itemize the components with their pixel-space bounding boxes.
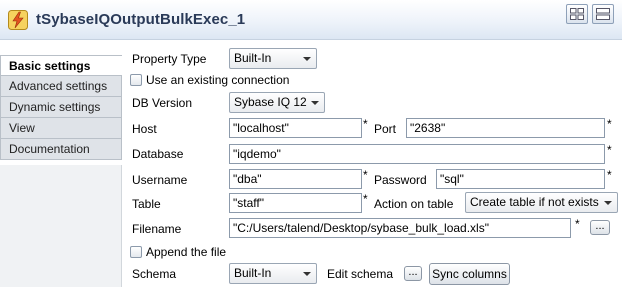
list-view-button[interactable] (592, 4, 614, 24)
required-marker: * (607, 168, 612, 182)
database-label: Database (132, 147, 184, 161)
host-label: Host (132, 122, 157, 136)
schema-label: Schema (132, 267, 177, 281)
filename-label: Filename (132, 222, 182, 236)
property-type-label: Property Type (132, 52, 207, 66)
browse-file-button[interactable]: ... (590, 220, 610, 235)
property-type-select[interactable]: Built-In (229, 48, 317, 69)
required-marker: * (575, 217, 580, 231)
schema-select[interactable]: Built-In (229, 263, 317, 284)
list-view-icon (596, 8, 610, 20)
database-input[interactable]: "iqdemo" (229, 144, 605, 164)
chevron-down-icon (311, 101, 319, 105)
sidebar-empty-area (0, 165, 122, 287)
grid-view-icon (570, 8, 584, 20)
username-input[interactable]: "dba" (229, 169, 362, 189)
tab-basic-settings[interactable]: Basic settings (0, 55, 122, 76)
password-label: Password (374, 173, 427, 187)
chevron-down-icon (303, 272, 311, 276)
append-file-checkbox[interactable] (130, 246, 142, 258)
chevron-down-icon (604, 201, 612, 205)
schema-value: Built-In (234, 266, 272, 280)
append-file-label: Append the file (146, 245, 227, 259)
db-version-value: Sybase IQ 12 (234, 95, 307, 109)
port-label: Port (374, 122, 397, 136)
edit-schema-button[interactable]: ... (404, 266, 422, 281)
action-on-table-select[interactable]: Create table if not exists (465, 192, 618, 213)
required-marker: * (607, 117, 612, 131)
db-version-select[interactable]: Sybase IQ 12 (229, 92, 325, 113)
action-on-table-value: Create table if not exists (470, 195, 599, 209)
grid-view-button[interactable] (566, 4, 588, 24)
property-type-value: Built-In (234, 51, 272, 65)
required-marker: * (363, 117, 368, 131)
table-label: Table (132, 197, 161, 211)
use-existing-connection-label: Use an existing connection (146, 73, 290, 87)
required-marker: * (363, 168, 368, 182)
tab-advanced-settings[interactable]: Advanced settings (0, 76, 122, 97)
table-input[interactable]: "staff" (229, 193, 362, 213)
required-marker: * (607, 143, 612, 157)
host-input[interactable]: "localhost" (229, 118, 362, 138)
component-title: tSybaseIQOutputBulkExec_1 (36, 11, 246, 28)
required-marker: * (363, 192, 368, 206)
settings-sidebar: Basic settings Advanced settings Dynamic… (0, 55, 122, 160)
password-input[interactable]: "sql" (436, 169, 605, 189)
chevron-down-icon (303, 57, 311, 61)
lightning-component-icon (8, 10, 28, 30)
edit-schema-label: Edit schema (327, 267, 394, 281)
db-version-label: DB Version (132, 96, 193, 110)
filename-input[interactable]: "C:/Users/talend/Desktop/sybase_bulk_loa… (229, 218, 571, 238)
username-label: Username (132, 173, 188, 187)
tab-view[interactable]: View (0, 118, 122, 139)
tab-dynamic-settings[interactable]: Dynamic settings (0, 97, 122, 118)
port-input[interactable]: "2638" (406, 118, 605, 138)
sync-columns-button[interactable]: Sync columns (429, 263, 510, 285)
tab-documentation[interactable]: Documentation (0, 139, 122, 160)
component-header: tSybaseIQOutputBulkExec_1 (0, 0, 622, 40)
use-existing-connection-checkbox[interactable] (130, 74, 142, 86)
action-on-table-label: Action on table (374, 197, 454, 211)
